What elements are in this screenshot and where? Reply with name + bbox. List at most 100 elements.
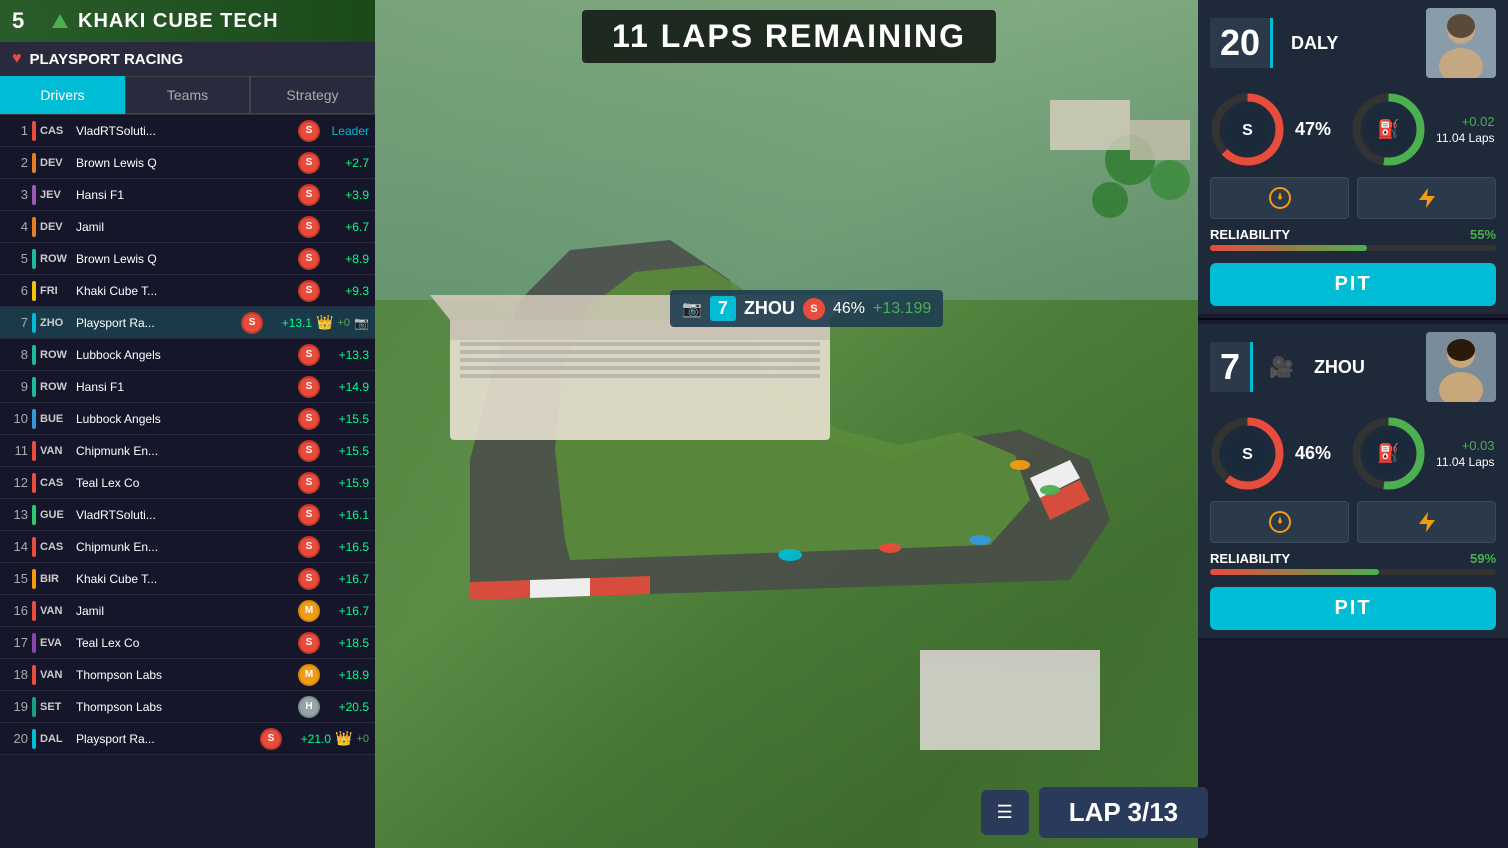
- driver-card-zhou: 7 🎥 ZHOU: [1198, 324, 1508, 638]
- tire-badge: S: [298, 472, 320, 494]
- divider: [1198, 318, 1508, 320]
- table-row[interactable]: 15 BIR Khaki Cube T... S +16.7: [0, 563, 375, 595]
- team-color: [32, 281, 36, 301]
- table-row[interactable]: 6 FRI Khaki Cube T... S +9.3: [0, 275, 375, 307]
- track-background: 11 LAPS REMAINING 📷 7 ZHOU S 46% +13.199…: [370, 0, 1208, 848]
- table-row[interactable]: 17 EVA Teal Lex Co S +18.5: [0, 627, 375, 659]
- tire-badge: S: [298, 504, 320, 526]
- fuel-delta-zhou: +0.03: [1462, 438, 1495, 453]
- fuel-laps-zhou: 11.04 Laps: [1436, 455, 1495, 469]
- team-color: [32, 729, 36, 749]
- fuel-gauge-daly: ⛽: [1351, 92, 1426, 167]
- tab-bar: Drivers Teams Strategy: [0, 76, 375, 115]
- tire-badge: S: [298, 216, 320, 238]
- menu-button[interactable]: ☰: [981, 790, 1029, 835]
- table-row[interactable]: 18 VAN Thompson Labs M +18.9: [0, 659, 375, 691]
- driver-number-daly: 20: [1210, 18, 1273, 68]
- team-name: KHAKI CUBE TECH: [78, 10, 279, 33]
- action-buttons-zhou: [1198, 497, 1508, 547]
- team-color: [32, 409, 36, 429]
- driver-number-zhou: 7: [1210, 342, 1253, 392]
- tire-badge: S: [298, 280, 320, 302]
- popup-driver-name: ZHOU: [744, 298, 795, 319]
- camera-icon-zhou: 🎥: [1263, 355, 1300, 380]
- svg-text:⛽: ⛽: [1377, 442, 1399, 463]
- table-row[interactable]: 5 ROW Brown Lewis Q S +8.9: [0, 243, 375, 275]
- table-row[interactable]: 19 SET Thompson Labs H +20.5: [0, 691, 375, 723]
- tire-gauge-daly: S: [1210, 92, 1285, 167]
- fuel-delta-daly: +0.02: [1462, 114, 1495, 129]
- speed-button-daly[interactable]: [1210, 177, 1349, 219]
- tire-badge: S: [298, 408, 320, 430]
- driver-card-daly: 20 DALY: [1198, 0, 1508, 314]
- driver-header-zhou: 7 🎥 ZHOU: [1198, 324, 1508, 410]
- tire-badge: S: [298, 184, 320, 206]
- table-row[interactable]: 2 DEV Brown Lewis Q S +2.7: [0, 147, 375, 179]
- svg-text:⛽: ⛽: [1377, 118, 1399, 139]
- pit-button-zhou[interactable]: PIT: [1210, 587, 1496, 630]
- team-color: [32, 665, 36, 685]
- team-color: [32, 217, 36, 237]
- team-color: [32, 473, 36, 493]
- tab-teams[interactable]: Teams: [125, 76, 250, 114]
- team-color: [32, 121, 36, 141]
- table-row[interactable]: 3 JEV Hansi F1 S +3.9: [0, 179, 375, 211]
- gauges-daly: S 47% ⛽ +0.02 11.04 Laps: [1198, 86, 1508, 173]
- boost-button-daly[interactable]: [1357, 177, 1496, 219]
- tire-badge: S: [298, 344, 320, 366]
- tire-badge: S: [298, 376, 320, 398]
- table-row[interactable]: 12 CAS Teal Lex Co S +15.9: [0, 467, 375, 499]
- tire-pct-daly: 47%: [1295, 119, 1331, 140]
- driver-list: 1 CAS VladRTSoluti... S Leader 2 DEV Bro…: [0, 115, 375, 793]
- tire-badge: M: [298, 600, 320, 622]
- pit-button-daly[interactable]: PIT: [1210, 263, 1496, 306]
- speed-button-zhou[interactable]: [1210, 501, 1349, 543]
- table-row[interactable]: 16 VAN Jamil M +16.7: [0, 595, 375, 627]
- track-driver-popup[interactable]: 📷 7 ZHOU S 46% +13.199: [670, 290, 943, 327]
- tire-badge: S: [298, 120, 320, 142]
- team-color: [32, 537, 36, 557]
- position-up-arrow: [52, 14, 68, 28]
- team-color: [32, 441, 36, 461]
- reliability-pct-zhou: 59%: [1470, 551, 1496, 566]
- avatar-zhou: [1426, 332, 1496, 402]
- table-row[interactable]: 1 CAS VladRTSoluti... S Leader: [0, 115, 375, 147]
- team-color: [32, 601, 36, 621]
- playsport-name: PLAYSPORT RACING: [30, 51, 184, 68]
- action-buttons-daly: [1198, 173, 1508, 223]
- svg-text:S: S: [1242, 446, 1253, 463]
- avatar-daly: [1426, 8, 1496, 78]
- reliability-pct-daly: 55%: [1470, 227, 1496, 242]
- table-row[interactable]: 4 DEV Jamil S +6.7: [0, 211, 375, 243]
- popup-tire-badge: S: [803, 298, 825, 320]
- table-row[interactable]: 20 DAL Playsport Ra... S +21.0 👑 +0: [0, 723, 375, 755]
- crown-icon: 👑: [335, 730, 352, 747]
- heart-icon: ♥: [12, 50, 22, 68]
- table-row[interactable]: 8 ROW Lubbock Angels S +13.3: [0, 339, 375, 371]
- team-color: [32, 313, 36, 333]
- tab-drivers[interactable]: Drivers: [0, 76, 125, 114]
- driver-header-daly: 20 DALY: [1198, 0, 1508, 86]
- tire-badge: S: [298, 536, 320, 558]
- table-row[interactable]: 13 GUE VladRTSoluti... S +16.1: [0, 499, 375, 531]
- tab-strategy[interactable]: Strategy: [250, 76, 375, 114]
- team-color: [32, 185, 36, 205]
- bottom-bar: ☰ LAP 3/13 ⛑ 📹: [740, 777, 1208, 848]
- boost-button-zhou[interactable]: [1357, 501, 1496, 543]
- reliability-fill-zhou: [1210, 569, 1379, 575]
- table-row[interactable]: 14 CAS Chipmunk En... S +16.5: [0, 531, 375, 563]
- table-row[interactable]: 7 ZHO Playsport Ra... S +13.1 👑 +0 📷: [0, 307, 375, 339]
- lap-counter: LAP 3/13: [1039, 787, 1208, 838]
- left-panel: 5 KHAKI CUBE TECH ♥ PLAYSPORT RACING Dri…: [0, 0, 375, 848]
- driver-name-zhou: ZHOU: [1314, 357, 1416, 378]
- table-row[interactable]: 10 BUE Lubbock Angels S +15.5: [0, 403, 375, 435]
- driver-name-daly: DALY: [1291, 33, 1416, 54]
- team-color: [32, 697, 36, 717]
- playsport-header: ♥ PLAYSPORT RACING: [0, 42, 375, 76]
- laps-remaining-banner: 11 LAPS REMAINING: [582, 10, 996, 63]
- tire-badge: M: [298, 664, 320, 686]
- tire-badge: S: [298, 248, 320, 270]
- table-row[interactable]: 11 VAN Chipmunk En... S +15.5: [0, 435, 375, 467]
- table-row[interactable]: 9 ROW Hansi F1 S +14.9: [0, 371, 375, 403]
- tire-badge: S: [260, 728, 282, 750]
